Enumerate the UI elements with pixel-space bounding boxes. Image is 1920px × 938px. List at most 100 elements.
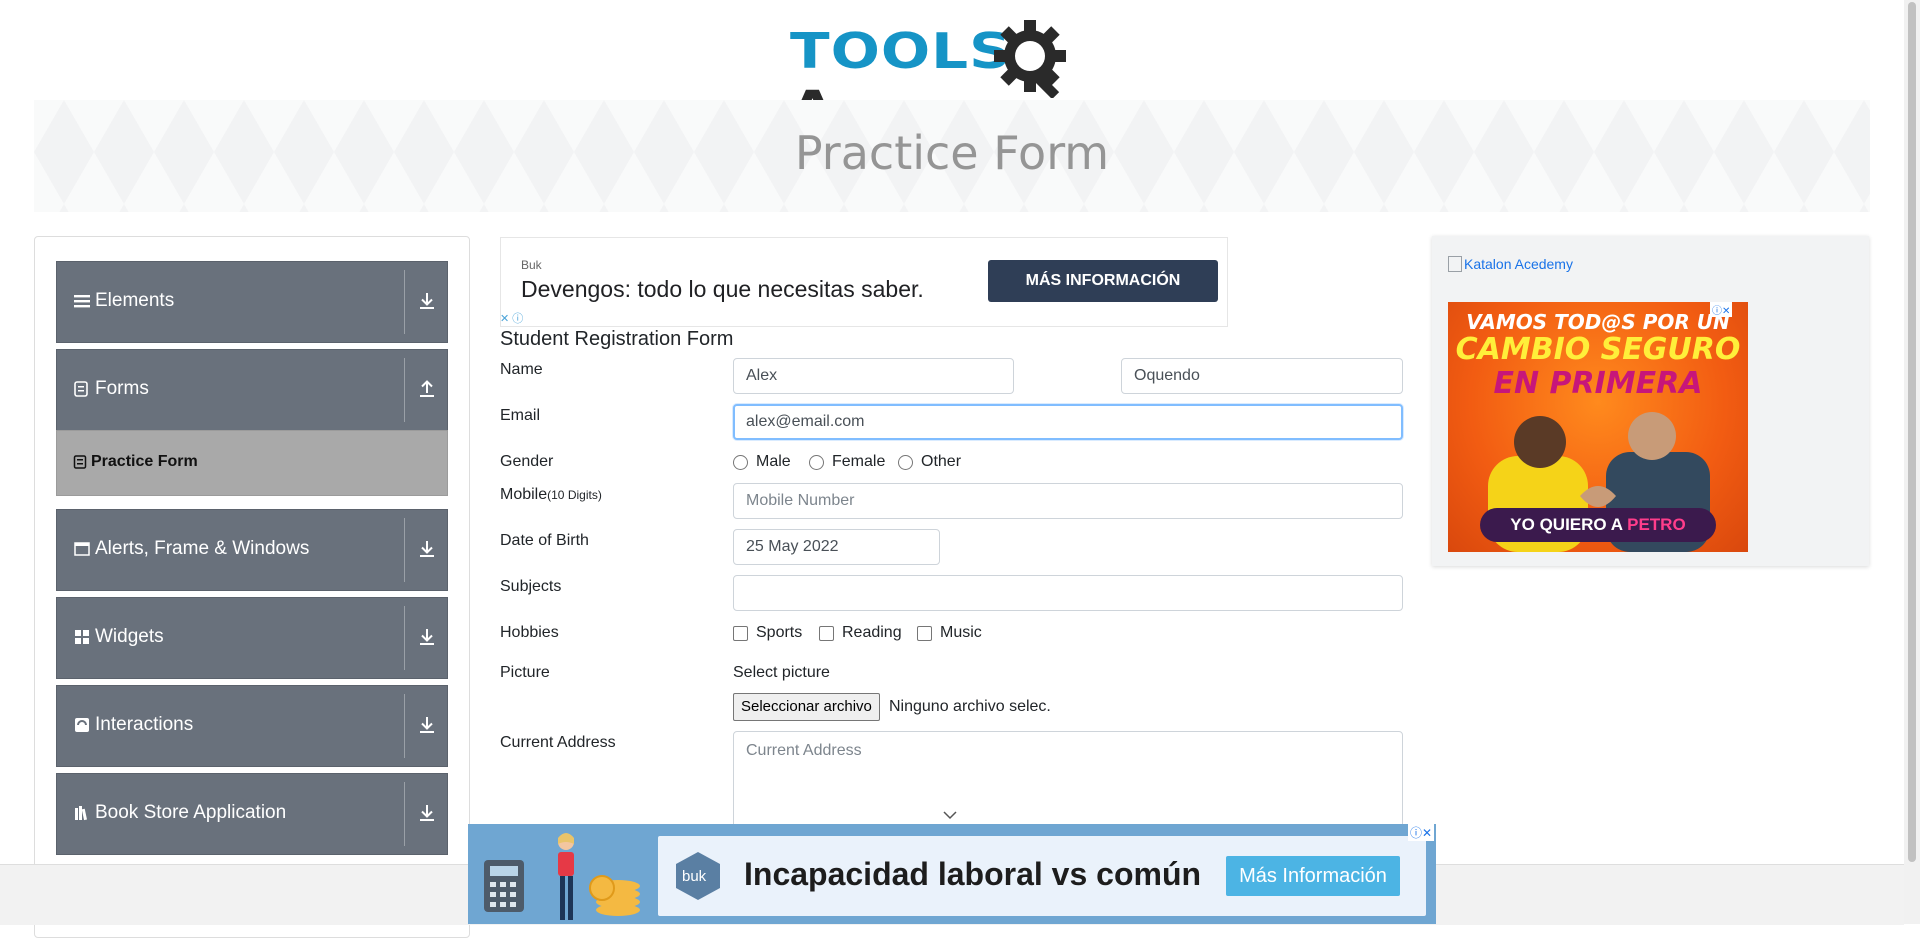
- mobile-hint: (10 Digits): [547, 488, 602, 502]
- interaction-icon: [74, 717, 90, 733]
- sidebar-group-elements[interactable]: Elements: [56, 261, 448, 343]
- download-arrow-icon: [420, 629, 434, 645]
- last-name-input[interactable]: Oquendo: [1121, 358, 1403, 394]
- sidebar: Elements Forms Practice Form Alerts, Fra…: [34, 236, 470, 938]
- hobbies-label: Hobbies: [500, 624, 559, 641]
- download-arrow-icon: [420, 293, 434, 309]
- gear-q-icon: [994, 20, 1066, 98]
- checkbox-box[interactable]: [819, 625, 834, 641]
- radio-circle[interactable]: [809, 454, 824, 470]
- email-input[interactable]: alex@email.com: [733, 404, 1403, 440]
- checkbox-label: Sports: [756, 624, 803, 641]
- page-title: Practice Form: [794, 126, 1110, 180]
- document-icon: [74, 381, 90, 397]
- sidebar-group-interactions[interactable]: Interactions: [56, 685, 448, 767]
- download-arrow-icon: [420, 717, 434, 733]
- calculator-woman-coins-illustration: [484, 833, 640, 920]
- radio-label: Male: [756, 453, 791, 470]
- page-scrollbar[interactable]: [1904, 0, 1920, 924]
- ad-headline: Devengos: todo lo que necesitas saber.: [521, 276, 924, 302]
- adchoices-close-icon[interactable]: ⓘ✕: [1408, 824, 1435, 841]
- ad-line-1: VAMOS TOD@S POR UN: [1466, 310, 1730, 334]
- checkbox-label: Music: [940, 624, 982, 641]
- name-label: Name: [500, 361, 543, 378]
- sidebar-group-widgets[interactable]: Widgets: [56, 597, 448, 679]
- ad-headline: Incapacidad laboral vs común: [744, 856, 1202, 892]
- radio-label: Female: [832, 453, 886, 470]
- subjects-label: Subjects: [500, 578, 562, 595]
- upload-status: Ninguno archivo selec.: [889, 698, 1051, 715]
- divider: [404, 694, 405, 758]
- ad-cta-button[interactable]: Más Información: [1226, 856, 1400, 896]
- ad-card[interactable]: buk Incapacidad laboral vs común Más Inf…: [658, 836, 1426, 916]
- email-label: Email: [500, 407, 541, 424]
- sidebar-group-label: Interactions: [95, 714, 194, 735]
- chevron-down-icon: [943, 811, 957, 820]
- gender-radio-other[interactable]: Other: [898, 453, 961, 471]
- hamburger-icon: [74, 293, 90, 309]
- subjects-input[interactable]: [733, 575, 1403, 611]
- download-arrow-icon: [420, 541, 434, 557]
- divider: [404, 270, 405, 334]
- checkbox-box[interactable]: [917, 625, 932, 641]
- dob-label: Date of Birth: [500, 532, 589, 549]
- first-name-input[interactable]: Alex: [733, 358, 1014, 394]
- sidebar-group-label: Elements: [95, 290, 175, 311]
- adchoices-icon[interactable]: ⓘ✕: [1710, 302, 1733, 317]
- radio-circle[interactable]: [733, 454, 748, 470]
- sidebar-group-book-store[interactable]: Book Store Application: [56, 773, 448, 855]
- scrollbar-thumb[interactable]: [1908, 2, 1916, 862]
- broken-image-icon: [1448, 256, 1462, 272]
- select-picture-prompt: Select picture: [733, 664, 830, 681]
- sidebar-item-label: Practice Form: [91, 453, 198, 470]
- gender-radio-female[interactable]: Female: [809, 453, 885, 471]
- sidebar-item-practice-form[interactable]: Practice Form: [56, 430, 448, 496]
- broken-image-link[interactable]: Katalon Acedemy: [1448, 256, 1573, 272]
- window-icon: [74, 541, 90, 557]
- sidebar-group-forms[interactable]: Forms: [56, 349, 448, 431]
- hobby-checkbox-reading[interactable]: Reading: [819, 624, 902, 642]
- ad-line-3: EN PRIMERA: [1493, 366, 1703, 401]
- radio-label: Other: [921, 453, 962, 470]
- ad-banner-bottom[interactable]: buk Incapacidad laboral vs común Más Inf…: [468, 824, 1436, 924]
- sidebar-group-label: Forms: [95, 378, 149, 399]
- download-arrow-icon: [420, 805, 434, 821]
- date-of-birth-input[interactable]: 25 May 2022: [733, 529, 940, 565]
- divider: [404, 358, 405, 422]
- grid-icon: [74, 629, 90, 645]
- hobby-checkbox-sports[interactable]: Sports: [733, 624, 802, 642]
- ad-brand: Buk: [521, 258, 542, 272]
- form-icon: [73, 455, 87, 469]
- upload-arrow-icon: [420, 380, 434, 397]
- sidebar-group-alerts[interactable]: Alerts, Frame & Windows: [56, 509, 448, 591]
- mobile-input[interactable]: Mobile Number: [733, 483, 1403, 519]
- gender-label: Gender: [500, 453, 554, 470]
- ad-sidebar-right[interactable]: Katalon Acedemy VAMOS TOD@S POR UN CAMBI…: [1432, 236, 1869, 566]
- radio-circle[interactable]: [898, 454, 913, 470]
- divider: [404, 518, 405, 582]
- form-title: Student Registration Form: [500, 328, 734, 350]
- image-alt-text: Katalon Acedemy: [1464, 256, 1573, 272]
- gender-radio-male[interactable]: Male: [733, 453, 791, 471]
- hobby-checkbox-music[interactable]: Music: [917, 624, 982, 642]
- ad-line-2: CAMBIO SEGURO: [1455, 332, 1741, 367]
- page-banner: Practice Form: [34, 100, 1870, 212]
- campaign-ad-image[interactable]: VAMOS TOD@S POR UN CAMBIO SEGURO EN PRIM…: [1448, 302, 1748, 552]
- sidebar-group-label: Book Store Application: [95, 802, 287, 823]
- sidebar-group-label: Alerts, Frame & Windows: [95, 538, 310, 559]
- ad-slogan-pill: YO QUIERO A PETRO: [1480, 508, 1716, 542]
- checkbox-box[interactable]: [733, 625, 748, 641]
- mobile-label: Mobile(10 Digits): [500, 486, 602, 503]
- ad-close-icon[interactable]: ✕ ⓘ: [500, 310, 523, 326]
- ad-cta-button[interactable]: MÁS INFORMACIÓN: [988, 260, 1218, 302]
- choose-file-button[interactable]: Seleccionar archivo: [733, 693, 880, 721]
- address-label: Current Address: [500, 734, 616, 751]
- toolsqa-logo[interactable]: TOOLSA: [790, 14, 1120, 138]
- sidebar-group-label: Widgets: [95, 626, 164, 647]
- ad-banner-top[interactable]: Buk Devengos: todo lo que necesitas sabe…: [500, 237, 1228, 327]
- divider: [404, 606, 405, 670]
- books-icon: [74, 805, 90, 821]
- checkbox-label: Reading: [842, 624, 902, 641]
- picture-label: Picture: [500, 664, 550, 681]
- divider: [404, 782, 405, 846]
